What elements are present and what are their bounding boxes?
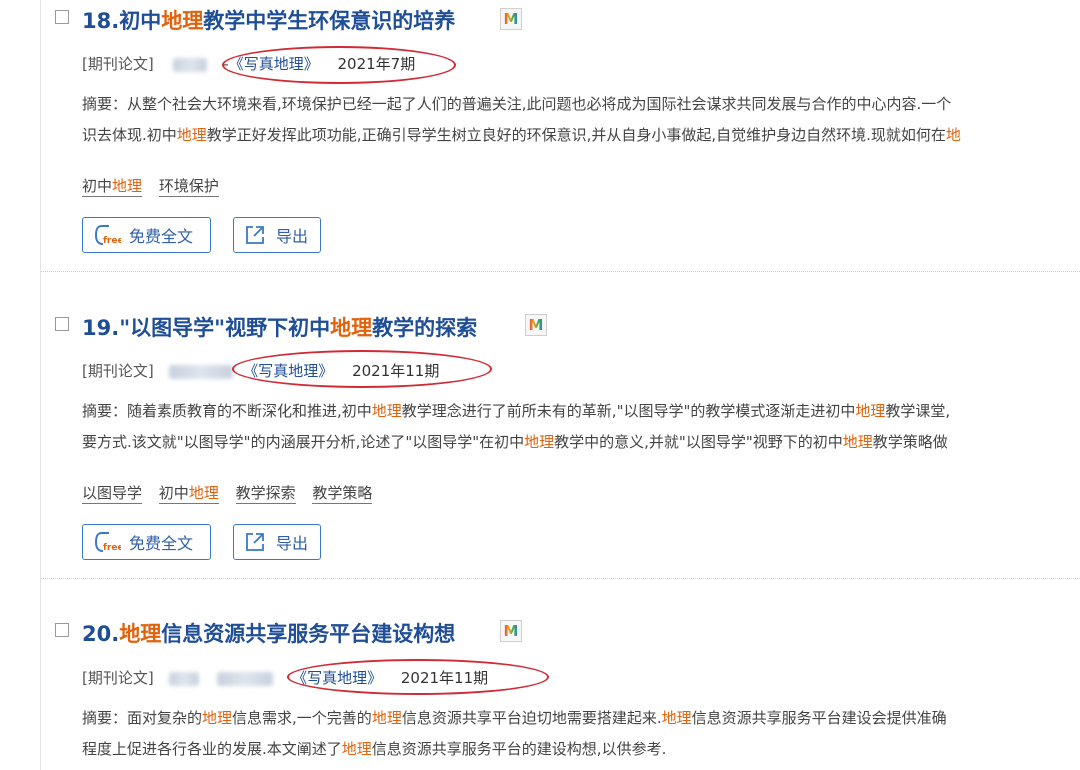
- title-highlight: 地理: [330, 316, 373, 340]
- export-icon: [246, 533, 264, 551]
- free-fulltext-icon: free: [94, 225, 121, 246]
- abstract-line: 要方式.该文就"以图导学"的内涵展开分析,论述了"以图导学"在初中地理教学中的意…: [82, 433, 948, 451]
- issue-date: 2021年7期: [337, 55, 416, 73]
- author-blurred: [172, 57, 207, 72]
- title-part: 信息资源共享服务平台建设构想: [161, 622, 456, 646]
- title-part: 初中: [119, 9, 162, 33]
- doc-type-label: [期刊论文]: [82, 55, 154, 73]
- keyword-link[interactable]: 教学策略: [312, 484, 373, 504]
- author-blurred: [168, 671, 199, 686]
- result-checkbox[interactable]: [55, 10, 69, 24]
- keyword-list: 初中地理 环境保护: [82, 175, 231, 197]
- format-m-icon[interactable]: M: [500, 8, 522, 30]
- export-button[interactable]: 导出: [233, 217, 321, 253]
- free-fulltext-label: 免费全文: [129, 227, 194, 246]
- free-fulltext-button[interactable]: free 免费全文: [82, 524, 211, 560]
- keyword-link[interactable]: 初中地理: [158, 484, 219, 504]
- title-part: "以图导学"视野下初中: [119, 316, 331, 340]
- format-m-icon[interactable]: M: [500, 620, 522, 642]
- result-meta: [期刊论文] 《写真地理》 2021年11期: [82, 667, 488, 688]
- free-fulltext-button[interactable]: free 免费全文: [82, 217, 211, 253]
- result-title[interactable]: 18.初中地理教学中学生环保意识的培养: [82, 5, 455, 35]
- keyword-list: 以图导学 初中地理 教学探索 教学策略: [82, 482, 384, 504]
- export-label: 导出: [276, 534, 309, 553]
- export-button[interactable]: 导出: [233, 524, 321, 560]
- list-left-border: [40, 0, 41, 770]
- result-title[interactable]: 20.地理信息资源共享服务平台建设构想: [82, 618, 455, 648]
- svg-text:free: free: [103, 236, 121, 246]
- issue-date: 2021年11期: [352, 362, 440, 380]
- keyword-link[interactable]: 环境保护: [158, 177, 219, 197]
- journal-link[interactable]: 《写真地理》: [243, 362, 333, 380]
- author-blurred: [217, 671, 274, 686]
- export-label: 导出: [276, 227, 309, 246]
- abstract-line: 程度上促进各行各业的发展.本文阐述了地理信息资源共享服务平台的建设构想,以供参考…: [82, 740, 667, 758]
- free-fulltext-label: 免费全文: [129, 534, 194, 553]
- format-m-icon[interactable]: M: [525, 314, 547, 336]
- result-title[interactable]: 19."以图导学"视野下初中地理教学的探索: [82, 312, 477, 342]
- author-blurred: [168, 364, 233, 379]
- keyword-link[interactable]: 教学探索: [235, 484, 296, 504]
- title-highlight: 地理: [161, 9, 204, 33]
- svg-text:free: free: [103, 543, 121, 553]
- result-abstract: 摘要：面对复杂的地理信息需求,一个完善的地理信息资源共享平台迫切地需要搭建起来.…: [82, 703, 1080, 765]
- export-icon: [246, 226, 264, 244]
- abstract-line: 识去体现.初中地理教学正好发挥此项功能,正确引导学生树立良好的环保意识,并从自身…: [82, 126, 961, 144]
- doc-type-label: [期刊论文]: [82, 669, 154, 687]
- result-checkbox[interactable]: [55, 317, 69, 331]
- result-divider: [41, 271, 1080, 272]
- result-checkbox[interactable]: [55, 623, 69, 637]
- title-part: 教学的探索: [372, 316, 478, 340]
- journal-link[interactable]: 《写真地理》: [292, 669, 382, 687]
- result-abstract: 摘要：随着素质教育的不断深化和推进,初中地理教学理念进行了前所未有的革新,"以图…: [82, 396, 1080, 458]
- abstract-line: 摘要：面对复杂的地理信息需求,一个完善的地理信息资源共享平台迫切地需要搭建起来.…: [82, 709, 947, 727]
- doc-type-label: [期刊论文]: [82, 362, 154, 380]
- result-meta: [期刊论文] 《写真地理》 2021年11期: [82, 360, 439, 381]
- title-highlight: 地理: [119, 622, 162, 646]
- result-meta: [期刊论文] -《写真地理》 2021年7期: [82, 53, 415, 74]
- journal-link[interactable]: 《写真地理》: [229, 55, 319, 73]
- abstract-line: 摘要：从整个社会大环境来看,环境保护已经一起了人们的普遍关注,此问题也必将成为国…: [82, 95, 952, 113]
- result-abstract: 摘要：从整个社会大环境来看,环境保护已经一起了人们的普遍关注,此问题也必将成为国…: [82, 89, 1080, 151]
- abstract-line: 摘要：随着素质教育的不断深化和推进,初中地理教学理念进行了前所未有的革新,"以图…: [82, 402, 951, 420]
- keyword-link[interactable]: 以图导学: [82, 484, 143, 504]
- result-divider: [41, 578, 1080, 579]
- issue-date: 2021年11期: [400, 669, 489, 687]
- free-fulltext-icon: free: [94, 532, 121, 553]
- title-part: 教学中学生环保意识的培养: [203, 9, 456, 33]
- keyword-link[interactable]: 初中地理: [82, 177, 143, 197]
